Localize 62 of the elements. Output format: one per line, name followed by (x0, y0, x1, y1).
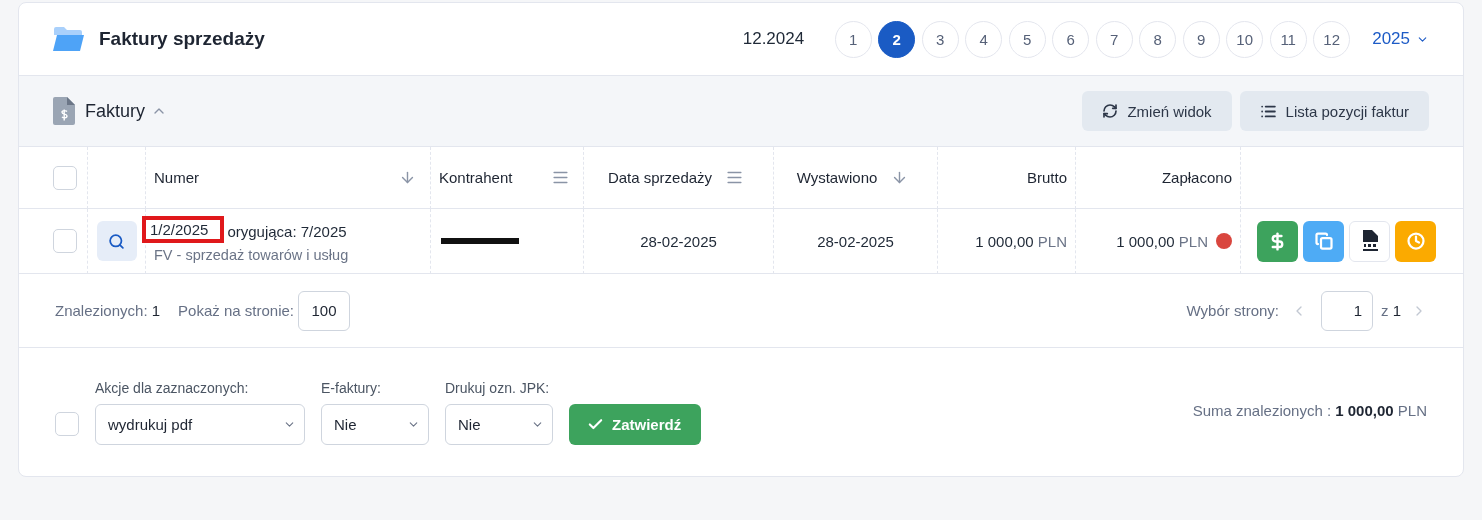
sort-arrow-icon[interactable] (399, 169, 416, 186)
previous-period: 12.2024 (742, 29, 805, 49)
clock-icon (1406, 232, 1425, 250)
month-button[interactable]: 5 (1008, 20, 1046, 58)
filter-lines-icon[interactable] (552, 169, 569, 186)
sale-date: 28-02-2025 (640, 232, 717, 250)
column-header: Wystawiono (796, 169, 878, 186)
month-button[interactable]: 2 (878, 20, 916, 58)
column-header: Kontrahent (439, 169, 513, 186)
month-button[interactable]: 11 (1269, 20, 1307, 58)
clock-button[interactable] (1395, 220, 1436, 262)
month-button[interactable]: 9 (1182, 20, 1220, 58)
copy-button[interactable] (1303, 220, 1344, 262)
total-sum: Suma znalezionych : 1 000,00 PLN (1192, 402, 1427, 419)
month-button[interactable]: 8 (1139, 20, 1177, 58)
folder-icon (53, 26, 85, 52)
search-button[interactable] (96, 221, 137, 261)
month-button[interactable]: 7 (1095, 20, 1133, 58)
per-page-input[interactable]: 100 (298, 290, 350, 331)
found-count: Znalezionych: 1 (55, 302, 161, 319)
page-input[interactable]: 1 (1321, 290, 1373, 331)
field-label: E-faktury: (321, 380, 382, 396)
column-header: Zapłacono (1161, 169, 1232, 186)
column-header: Numer (154, 169, 199, 186)
month-button[interactable]: 1 (834, 20, 872, 58)
invoice-document-icon (53, 97, 75, 125)
month-button[interactable]: 10 (1226, 20, 1264, 58)
search-icon (108, 232, 125, 250)
pdf-file-icon (1360, 230, 1379, 252)
correction-note: orygująca: 7/2025 (227, 222, 347, 240)
select-all-checkbox[interactable] (53, 165, 77, 190)
year-dropdown[interactable]: 2025 (1372, 29, 1429, 49)
field-label: Akcje dla zaznaczonych: (95, 380, 250, 396)
column-header: Data sprzedaży (607, 169, 713, 186)
invoice-number: 1/2/2025 (142, 215, 225, 243)
paid-amount: 1 000,00 PLN (1116, 232, 1208, 250)
month-button[interactable]: 6 (1052, 20, 1090, 58)
month-button[interactable]: 4 (965, 20, 1003, 58)
invoice-type: FV - sprzedaż towarów i usług (154, 246, 349, 263)
field-label: Drukuj ozn. JPK: (445, 380, 551, 396)
toolbar-button[interactable]: Zmień widok (1082, 91, 1232, 131)
copy-icon (1314, 232, 1333, 250)
dropdown-field[interactable]: wydrukuj pdf (95, 404, 305, 445)
section-toggle[interactable]: Faktury (85, 100, 167, 122)
row-checkbox[interactable] (53, 229, 77, 253)
payment-button[interactable] (1257, 220, 1298, 262)
month-button[interactable]: 12 (1313, 20, 1351, 58)
issue-date: 28-02-2025 (817, 232, 894, 250)
per-page-label: Pokaż na stronie: (178, 302, 294, 319)
column-header: Brutto (1026, 169, 1067, 186)
dropdown-field[interactable]: Nie (321, 404, 429, 445)
page-total: z 1 (1381, 302, 1401, 319)
page-select-label: Wybór strony: (1186, 302, 1279, 319)
filter-lines-icon[interactable] (726, 169, 744, 186)
page-title: Faktury sprzedaży (99, 28, 265, 50)
month-button[interactable]: 3 (921, 20, 959, 58)
gross-amount: 1 000,00 PLN (975, 232, 1067, 250)
dropdown-field[interactable]: Nie (445, 404, 553, 445)
bulk-checkbox[interactable] (55, 412, 79, 436)
refresh-icon (1102, 103, 1119, 119)
pdf-button[interactable] (1349, 220, 1390, 262)
toolbar-button[interactable]: Lista pozycji faktur (1239, 91, 1429, 131)
